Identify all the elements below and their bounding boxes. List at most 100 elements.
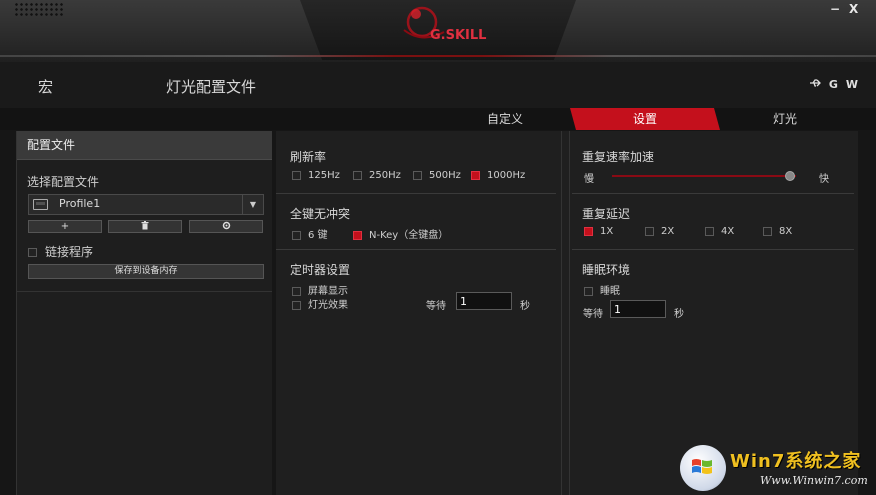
chevron-down-icon[interactable]: ▼ bbox=[242, 195, 263, 214]
gear-icon bbox=[222, 221, 230, 230]
six-key-label: 6 键 bbox=[308, 230, 328, 241]
fast-label: 快 bbox=[819, 174, 829, 185]
polling-125-checkbox[interactable] bbox=[292, 170, 301, 180]
watermark-url: Www.Winwin7.com bbox=[760, 474, 868, 487]
settings-area: 刷新率 125Hz 250Hz 500Hz 1000Hz 全键无冲突 6 键 N… bbox=[276, 131, 858, 495]
polling-500-option[interactable]: 500Hz bbox=[413, 170, 461, 181]
tab-bar: 自定义 设置 灯光 bbox=[0, 108, 876, 130]
divider bbox=[276, 249, 556, 250]
nav-icon-g[interactable]: G bbox=[829, 78, 838, 91]
tab-custom[interactable]: 自定义 bbox=[470, 108, 540, 130]
settings-column-left: 刷新率 125Hz 250Hz 500Hz 1000Hz 全键无冲突 6 键 N… bbox=[276, 131, 562, 495]
timer-unit-label: 秒 bbox=[520, 301, 530, 312]
delay-2x-option[interactable]: 2X bbox=[645, 226, 674, 237]
anti-ghost-title: 全键无冲突 bbox=[290, 207, 351, 221]
divider bbox=[17, 291, 272, 292]
nav-macro[interactable]: 宏 bbox=[38, 76, 53, 97]
repeat-rate-slider-track[interactable] bbox=[612, 175, 796, 177]
tab-settings[interactable]: 设置 bbox=[570, 108, 720, 130]
nav-icon-group: G W bbox=[809, 78, 858, 91]
watermark: Win7系统之家 Www.Winwin7.com bbox=[678, 444, 876, 495]
polling-250-checkbox[interactable] bbox=[353, 170, 362, 180]
timer-title: 定时器设置 bbox=[290, 263, 351, 277]
add-profile-button[interactable]: + bbox=[28, 220, 102, 233]
polling-500-checkbox[interactable] bbox=[413, 170, 422, 180]
delete-profile-button[interactable] bbox=[108, 220, 182, 233]
sleep-unit-label: 秒 bbox=[674, 309, 684, 320]
polling-1000-option[interactable]: 1000Hz bbox=[471, 170, 525, 181]
delay-4x-checkbox[interactable] bbox=[705, 226, 714, 236]
sleep-checkbox[interactable] bbox=[584, 286, 593, 296]
link-program-row: 链接程序 bbox=[28, 243, 93, 260]
watermark-title: Win7系统之家 bbox=[730, 451, 862, 472]
gskill-logo: G.SKILL bbox=[403, 6, 486, 43]
nav-icon-w[interactable]: W bbox=[846, 78, 858, 91]
delay-8x-checkbox[interactable] bbox=[763, 226, 772, 236]
light-effect-label: 灯光效果 bbox=[308, 300, 348, 311]
polling-1000-checkbox[interactable] bbox=[471, 170, 480, 180]
profile-panel-header: 配置文件 bbox=[17, 131, 272, 160]
repeat-rate-slider-handle[interactable] bbox=[784, 171, 795, 181]
polling-1000-label: 1000Hz bbox=[487, 170, 526, 181]
speaker-grille-decoration bbox=[14, 2, 64, 18]
divider bbox=[572, 193, 854, 194]
timer-wait-input[interactable]: 1 bbox=[456, 292, 512, 310]
select-profile-label: 选择配置文件 bbox=[27, 175, 100, 189]
minimize-button[interactable]: − bbox=[830, 2, 840, 16]
screen-display-option[interactable]: 屏幕显示 bbox=[292, 282, 348, 297]
sleep-title: 睡眠环境 bbox=[582, 263, 631, 277]
n-key-checkbox[interactable] bbox=[353, 230, 362, 240]
polling-500-label: 500Hz bbox=[429, 170, 461, 181]
nav-lighting-profile[interactable]: 灯光配置文件 bbox=[166, 76, 256, 97]
sleep-wait-input[interactable]: 1 bbox=[610, 300, 666, 318]
polling-125-label: 125Hz bbox=[308, 170, 340, 181]
usb-icon[interactable] bbox=[809, 78, 821, 91]
screen-display-checkbox[interactable] bbox=[292, 286, 301, 296]
six-key-checkbox[interactable] bbox=[292, 230, 301, 240]
delay-1x-checkbox[interactable] bbox=[584, 226, 593, 236]
divider bbox=[572, 249, 854, 250]
logo-text: G.SKILL bbox=[430, 28, 486, 43]
tab-lighting[interactable]: 灯光 bbox=[750, 108, 820, 130]
delay-4x-option[interactable]: 4X bbox=[705, 226, 734, 237]
light-effect-option[interactable]: 灯光效果 bbox=[292, 296, 348, 311]
delay-1x-option[interactable]: 1X bbox=[584, 226, 613, 237]
save-to-device-button[interactable]: 保存到设备内存 bbox=[28, 264, 264, 279]
selected-profile: Profile1 bbox=[59, 197, 101, 210]
polling-250-label: 250Hz bbox=[369, 170, 401, 181]
profile-panel: 配置文件 选择配置文件 Profile1 ▼ + 链接程序 保存到设备内存 bbox=[16, 131, 272, 495]
sleep-option[interactable]: 睡眠 bbox=[584, 282, 620, 297]
light-effect-checkbox[interactable] bbox=[292, 300, 301, 310]
link-program-label: 链接程序 bbox=[45, 245, 94, 259]
repeat-rate-title: 重复速率加速 bbox=[582, 150, 655, 164]
repeat-delay-title: 重复延迟 bbox=[582, 207, 631, 221]
polling-rate-title: 刷新率 bbox=[290, 150, 327, 164]
timer-wait-label: 等待 bbox=[426, 301, 446, 312]
divider bbox=[276, 193, 556, 194]
sleep-label: 睡眠 bbox=[600, 286, 620, 297]
main-nav: 宏 灯光配置文件 G W bbox=[0, 62, 876, 108]
close-button[interactable]: X bbox=[849, 2, 858, 16]
profile-dropdown[interactable]: Profile1 ▼ bbox=[28, 194, 264, 215]
delay-8x-label: 8X bbox=[779, 226, 793, 237]
n-key-label: N-Key（全键盘） bbox=[369, 230, 449, 241]
slow-label: 慢 bbox=[584, 174, 594, 185]
title-bar: G.SKILL − X bbox=[0, 0, 876, 62]
link-program-checkbox[interactable] bbox=[28, 248, 37, 257]
six-key-option[interactable]: 6 键 bbox=[292, 226, 328, 241]
polling-125-option[interactable]: 125Hz bbox=[292, 170, 340, 181]
windows-flag-icon bbox=[692, 459, 712, 474]
trash-icon bbox=[141, 221, 149, 230]
delay-4x-label: 4X bbox=[721, 226, 735, 237]
n-key-option[interactable]: N-Key（全键盘） bbox=[353, 226, 448, 241]
header-accent-line bbox=[0, 55, 876, 57]
delay-2x-label: 2X bbox=[661, 226, 675, 237]
delay-8x-option[interactable]: 8X bbox=[763, 226, 792, 237]
keyboard-icon bbox=[33, 199, 48, 210]
polling-250-option[interactable]: 250Hz bbox=[353, 170, 401, 181]
delay-1x-label: 1X bbox=[600, 226, 614, 237]
profile-settings-button[interactable] bbox=[189, 220, 263, 233]
sleep-wait-label: 等待 bbox=[583, 309, 603, 320]
settings-column-right: 重复速率加速 慢 快 重复延迟 1X 2X 4X 8X 睡眠环境 睡眠 等待 1… bbox=[569, 131, 859, 495]
delay-2x-checkbox[interactable] bbox=[645, 226, 654, 236]
